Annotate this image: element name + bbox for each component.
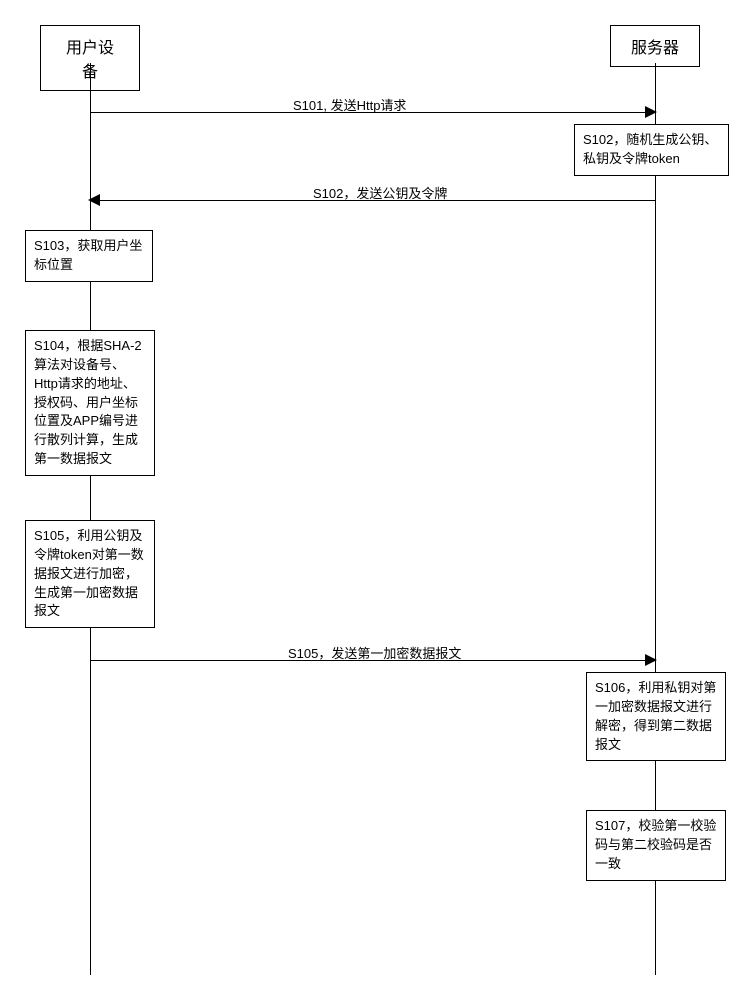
- step-s106: S106，利用私钥对第一加密数据报文进行解密，得到第二数据报文: [586, 672, 726, 761]
- msg-s101-arrowhead: [645, 106, 657, 118]
- msg-s105-line: [90, 660, 645, 661]
- msg-s102-arrowhead: [88, 194, 100, 206]
- step-s103: S103，获取用户坐标位置: [25, 230, 153, 282]
- sequence-diagram: 用户设备 服务器 S101, 发送Http请求 S102，随机生成公钥、私钥及令…: [20, 20, 730, 980]
- actor-server: 服务器: [610, 25, 700, 67]
- step-s105: S105，利用公钥及令牌token对第一数据报文进行加密，生成第一加密数据报文: [25, 520, 155, 628]
- msg-s101-line: [90, 112, 645, 113]
- step-s104: S104，根据SHA-2算法对设备号、Http请求的地址、授权码、用户坐标位置及…: [25, 330, 155, 476]
- msg-s102-line: [100, 200, 655, 201]
- msg-s105-arrowhead: [645, 654, 657, 666]
- step-s107: S107，校验第一校验码与第二校验码是否一致: [586, 810, 726, 881]
- step-s102: S102，随机生成公钥、私钥及令牌token: [574, 124, 729, 176]
